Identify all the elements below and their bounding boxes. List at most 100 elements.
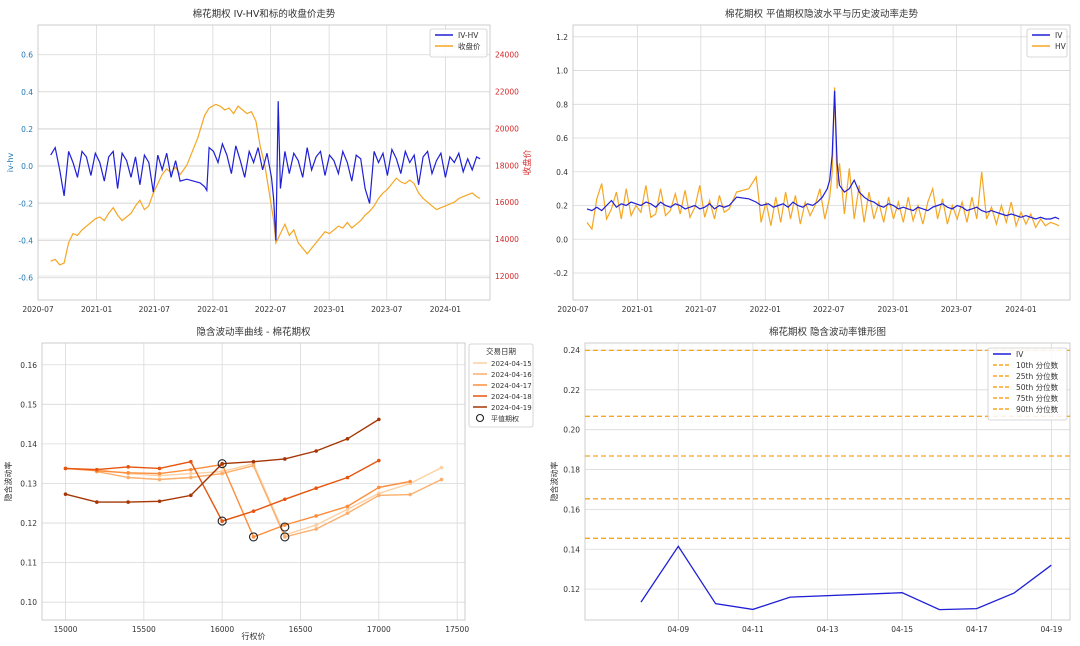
y-tick-label: 0.0 <box>556 235 568 244</box>
smile-point <box>314 514 318 518</box>
y-tick-label: -0.2 <box>18 199 33 208</box>
y-tick-label: 0.10 <box>20 598 37 607</box>
y2-tick-label: 24000 <box>495 51 519 60</box>
x-tick-label: 04-09 <box>667 625 689 634</box>
smile-point <box>189 475 193 480</box>
smile-point <box>314 523 318 527</box>
smile-point <box>220 471 224 476</box>
chart-atm-iv-hv: 棉花期权 平值期权隐波水平与历史波动率走势 2020-07 2021-01 2021-… <box>553 8 1071 314</box>
x-tick-label: 17000 <box>367 625 391 634</box>
x-tick-label: 2021-01 <box>81 305 113 314</box>
smile-point <box>314 527 318 531</box>
y-tick-label: 0.22 <box>563 386 580 395</box>
smile-point <box>439 465 444 470</box>
series-line-iv <box>586 90 1060 220</box>
x-tick-label: 16500 <box>289 625 313 634</box>
legend-entry: 2024-04-15 <box>491 360 532 368</box>
x-tick-label: 2023-01 <box>313 305 345 314</box>
chart-iv-smile: 隐含波动率曲线 - 棉花期权 15000 15500 16000 16500 17000 1… <box>3 326 534 641</box>
smile-point <box>157 499 162 504</box>
x-tick-label: 04-15 <box>891 625 913 634</box>
y-tick-label: 0.15 <box>20 400 37 409</box>
y-tick-label: 0.4 <box>21 88 33 97</box>
y2-axis-label: 收盘价 <box>522 149 533 175</box>
plot-frame <box>572 24 1071 301</box>
y-tick-label: 1.0 <box>556 67 568 76</box>
x-tick-label: 15000 <box>54 625 78 634</box>
x-tick-label: 2020-07 <box>557 305 589 314</box>
y2-tick-label: 18000 <box>495 161 519 170</box>
legend-entry: IV-HV <box>458 31 479 40</box>
x-tick-label: 2023-01 <box>877 305 909 314</box>
smile-point <box>63 466 68 471</box>
x-tick-label: 2023-07 <box>371 305 403 314</box>
y-tick-label: 0.11 <box>20 559 37 568</box>
figure: 棉花期权 IV-HV和标的收盘价走势 2020-07 2021-01 2021-07 2… <box>3 8 1071 641</box>
smile-point <box>189 471 193 476</box>
smile-point <box>189 459 193 464</box>
smile-point <box>95 500 99 504</box>
y2-tick-label: 20000 <box>495 124 519 133</box>
x-tick-label: 2022-01 <box>750 305 782 314</box>
smile-point <box>189 467 193 472</box>
legend-entry: 收盘价 <box>458 41 481 51</box>
y-tick-label: -0.4 <box>18 237 33 246</box>
x-tick-label: 2022-07 <box>813 305 845 314</box>
smile-point <box>345 504 350 509</box>
smile-point <box>126 470 130 475</box>
chart-iv-hv-price: 棉花期权 IV-HV和标的收盘价走势 2020-07 2021-01 2021-07 2… <box>6 8 533 314</box>
y-tick-label: 0.24 <box>563 346 580 355</box>
chart-title: 棉花期权 IV-HV和标的收盘价走势 <box>193 8 336 20</box>
smile-point <box>314 449 318 453</box>
y-tick-label: -0.6 <box>18 274 33 283</box>
x-tick-label: 04-11 <box>742 625 764 634</box>
legend-entry: 75th 分位数 <box>1016 393 1059 403</box>
smile-point <box>283 457 287 461</box>
y-tick-label: -0.2 <box>553 269 568 278</box>
legend-entry: 2024-04-17 <box>491 382 532 390</box>
y2-tick-label: 22000 <box>495 87 519 96</box>
series-line-iv <box>640 545 1052 611</box>
x-tick-label: 2022-07 <box>255 305 287 314</box>
y-tick-label: 0.13 <box>20 479 37 488</box>
x-axis-label: 行权价 <box>242 631 266 641</box>
legend-entry: IV <box>1055 31 1063 40</box>
y-tick-label: 0.6 <box>21 51 33 60</box>
smile-point <box>220 519 224 523</box>
y-tick-label: 0.12 <box>20 519 37 528</box>
plot-frame <box>41 342 466 621</box>
y-axis-label: iv-hv <box>6 153 15 173</box>
x-tick-label: 04-19 <box>1040 625 1062 634</box>
y-tick-label: 0.8 <box>556 100 568 109</box>
smile-point <box>95 467 99 472</box>
smile-point <box>220 461 224 466</box>
y2-tick-label: 12000 <box>495 272 519 281</box>
legend-entry: 50th 分位数 <box>1016 382 1059 392</box>
smile-point <box>126 500 130 504</box>
y-tick-label: 0.18 <box>563 466 580 475</box>
x-tick-label: 16000 <box>210 625 234 634</box>
y-tick-label: 0.12 <box>563 585 580 594</box>
smile-point <box>189 493 193 498</box>
y-tick-label: 0.20 <box>563 426 580 435</box>
legend-entry: 平值期权 <box>491 414 519 423</box>
smile-point <box>157 466 162 471</box>
smile-point <box>345 436 350 441</box>
legend-entry: 2024-04-16 <box>491 371 532 379</box>
x-tick-label: 04-17 <box>966 625 988 634</box>
chart-title: 棉花期权 平值期权隐波水平与历史波动率走势 <box>725 8 919 20</box>
y-tick-label: 0.14 <box>20 440 37 449</box>
x-tick-label: 2020-07 <box>22 305 54 314</box>
smile-point <box>157 471 162 476</box>
legend-title: 交易日期 <box>486 346 516 356</box>
y-tick-label: 0.14 <box>563 545 580 554</box>
chart-iv-cone: 棉花期权 隐含波动率锥形图 04-09 04-11 04-13 04-15 04-17 04… <box>549 326 1071 634</box>
y-axis-label: 隐含波动率 <box>549 462 559 502</box>
smile-point <box>439 477 444 482</box>
smile-point <box>251 509 256 513</box>
smile-point <box>377 493 381 498</box>
x-tick-label: 2022-01 <box>197 305 229 314</box>
y-tick-label: 0.4 <box>556 168 568 177</box>
x-tick-label: 15500 <box>132 625 156 634</box>
smile-point <box>377 417 381 422</box>
